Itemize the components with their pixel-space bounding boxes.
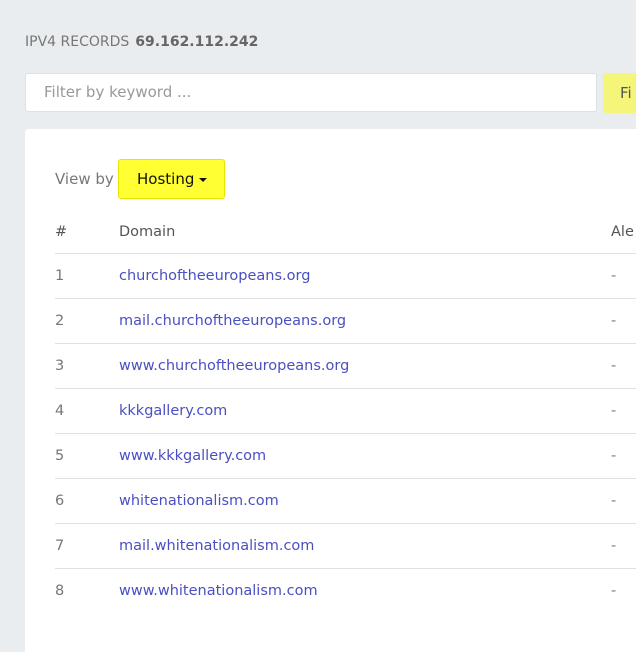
table-row: 6 whitenationalism.com - — [55, 478, 636, 524]
row-number: 3 — [55, 343, 119, 389]
page-title: IPV4 RECORDS 69.162.112.242 — [25, 34, 258, 50]
table-row: 2 mail.churchoftheeuropeans.org - — [55, 298, 636, 344]
records-label: IPV4 RECORDS — [25, 34, 130, 50]
domain-link[interactable]: www.churchoftheeuropeans.org — [119, 358, 349, 374]
view-by-label: View by — [55, 170, 114, 188]
domain-cell: kkkgallery.com — [119, 388, 611, 434]
domain-cell: mail.whitenationalism.com — [119, 523, 611, 569]
table-row: 8 www.whitenationalism.com - — [55, 569, 636, 614]
domain-link[interactable]: www.whitenationalism.com — [119, 583, 318, 599]
row-number: 6 — [55, 478, 119, 524]
alexa-cell: - — [611, 298, 636, 344]
row-number: 8 — [55, 583, 65, 599]
alexa-cell: - — [611, 433, 636, 479]
alexa-cell: - — [611, 523, 636, 569]
domain-link[interactable]: kkkgallery.com — [119, 403, 227, 419]
row-number: 4 — [55, 388, 119, 434]
row-number: 7 — [55, 523, 119, 569]
alexa-cell: - — [611, 253, 636, 299]
col-domain: Domain — [119, 211, 611, 254]
domain-link[interactable]: whitenationalism.com — [119, 493, 279, 509]
domain-link[interactable]: churchoftheeuropeans.org — [119, 268, 310, 284]
alexa-cell: - — [611, 343, 636, 389]
domain-link[interactable]: www.kkkgallery.com — [119, 448, 266, 464]
domain-cell: churchoftheeuropeans.org — [119, 253, 611, 299]
filter-button[interactable]: Fi — [603, 73, 636, 113]
domain-link[interactable]: mail.churchoftheeuropeans.org — [119, 313, 346, 329]
alexa-cell: - — [611, 388, 636, 434]
view-by-selected: Hosting — [137, 170, 195, 188]
table-row: 3 www.churchoftheeuropeans.org - — [55, 343, 636, 389]
domain-cell: www.whitenationalism.com — [119, 569, 611, 614]
table-row: 4 kkkgallery.com - — [55, 388, 636, 434]
records-card: View by Hosting # Domain Ale 1 churchofth… — [25, 129, 636, 652]
filter-input[interactable] — [25, 73, 597, 112]
table-header: # Domain Ale — [55, 211, 636, 254]
table-row: 1 churchoftheeuropeans.org - — [55, 253, 636, 299]
domain-link[interactable]: mail.whitenationalism.com — [119, 538, 314, 554]
domain-cell: mail.churchoftheeuropeans.org — [119, 298, 611, 344]
table-row: 7 mail.whitenationalism.com - — [55, 523, 636, 569]
alexa-cell: - — [611, 583, 617, 599]
col-alexa: Ale — [611, 211, 636, 254]
row-number: 2 — [55, 298, 119, 344]
domains-table: # Domain Ale 1 churchoftheeuropeans.org -2… — [55, 211, 636, 613]
col-number: # — [55, 211, 119, 254]
alexa-cell: - — [611, 478, 636, 524]
caret-down-icon — [199, 177, 208, 182]
domain-cell: www.kkkgallery.com — [119, 433, 611, 479]
table-row: 5 www.kkkgallery.com - — [55, 433, 636, 479]
row-number: 1 — [55, 253, 119, 299]
domain-cell: whitenationalism.com — [119, 478, 611, 524]
domain-cell: www.churchoftheeuropeans.org — [119, 343, 611, 389]
view-by-dropdown[interactable]: Hosting — [118, 159, 225, 199]
row-number: 5 — [55, 433, 119, 479]
ip-address: 69.162.112.242 — [135, 34, 259, 50]
